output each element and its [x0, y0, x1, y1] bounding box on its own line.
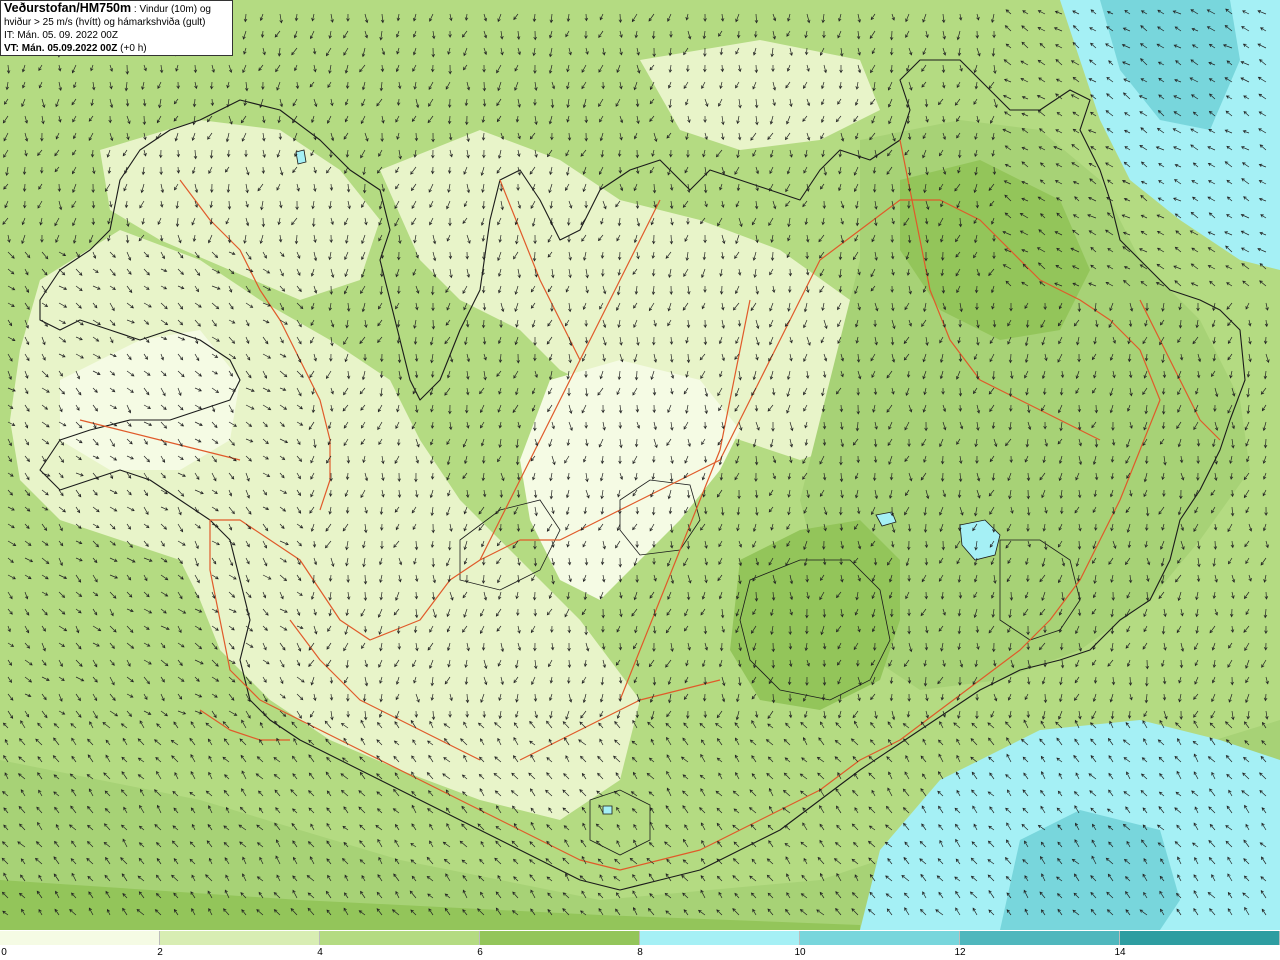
legend-swatch — [800, 931, 960, 945]
legend-label: 6 — [477, 947, 483, 958]
legend-label: 14 — [1114, 947, 1126, 958]
info-line-4-rest: (+0 h) — [117, 43, 147, 54]
legend-swatch — [960, 931, 1120, 945]
info-line-3: IT: Mán. 05. 09. 2022 00Z — [4, 30, 118, 41]
legend-labels: 0 2 4 6 8 10 12 14 — [0, 947, 1280, 959]
legend-swatch — [320, 931, 480, 945]
color-legend: 0 2 4 6 8 10 12 14 — [0, 930, 1280, 960]
legend-label: 12 — [954, 947, 966, 958]
info-title: Veðurstofan/HM750m — [4, 1, 132, 15]
legend-label: 4 — [317, 947, 323, 958]
legend-swatch — [480, 931, 640, 945]
legend-swatch — [0, 931, 160, 945]
wind-map — [0, 0, 1280, 930]
chart-info-box: Veðurstofan/HM750m : Vindur (10m) og hvi… — [0, 0, 233, 56]
info-title-suffix: : Vindur (10m) og — [131, 4, 211, 15]
legend-label: 2 — [157, 947, 163, 958]
legend-swatch — [160, 931, 320, 945]
lake-west — [295, 149, 307, 165]
legend-label: 8 — [637, 947, 643, 958]
lake-myvatn — [602, 805, 613, 815]
legend-label: 0 — [1, 947, 7, 958]
legend-swatch — [1120, 931, 1280, 945]
info-line-4-bold: VT: Mán. 05.09.2022 00Z — [4, 43, 118, 54]
info-line-2: hviður > 25 m/s (hvítt) og hámarkshviða … — [4, 17, 206, 28]
legend-label: 10 — [794, 947, 806, 958]
legend-color-bar — [0, 931, 1280, 945]
legend-swatch — [640, 931, 800, 945]
